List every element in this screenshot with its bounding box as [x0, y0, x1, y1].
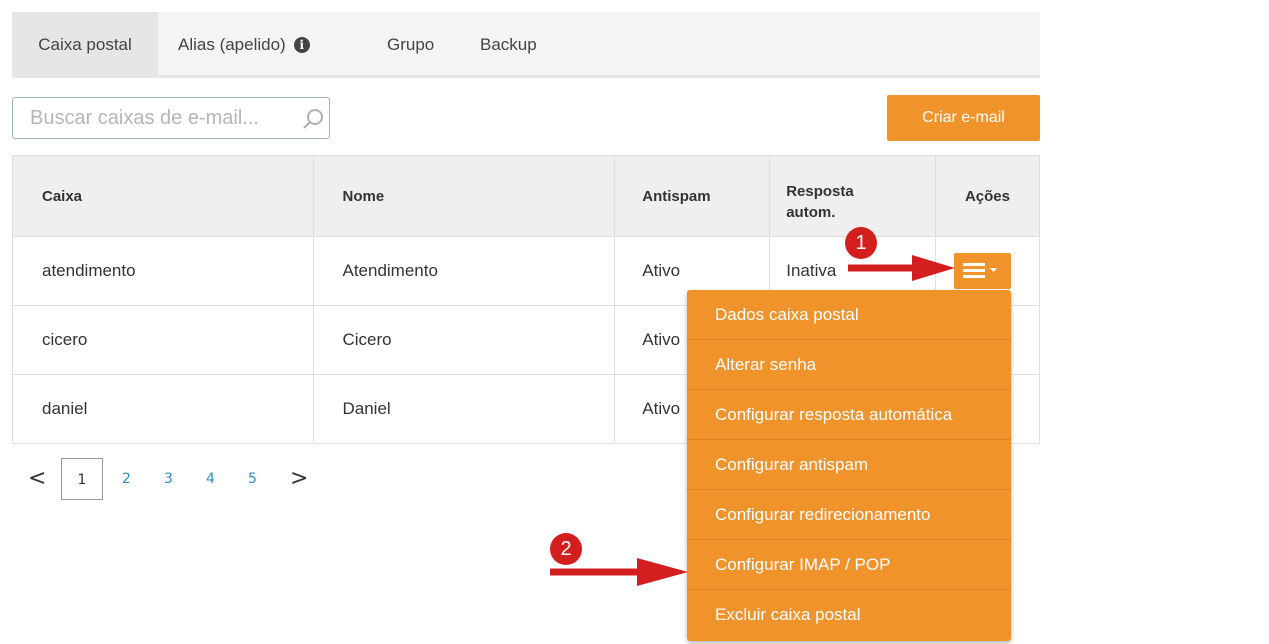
hamburger-icon	[963, 263, 997, 278]
column-header-resposta-line2: autom.	[786, 204, 836, 221]
cell-caixa: daniel	[11, 374, 315, 444]
menu-item-antispam[interactable]: Configurar antispam	[687, 440, 1011, 490]
pagination-page[interactable]: 5	[248, 458, 257, 500]
pagination-page[interactable]: 3	[164, 458, 173, 500]
cell-nome: Atendimento	[313, 236, 616, 306]
menu-item-excluir-caixa-postal[interactable]: Excluir caixa postal	[687, 590, 1011, 640]
search-icon[interactable]	[301, 107, 325, 131]
column-header-antispam[interactable]: Antispam	[614, 155, 771, 237]
tab-backup[interactable]: Backup	[480, 12, 537, 75]
actions-menu-button[interactable]	[954, 253, 1011, 289]
menu-item-dados-caixa-postal[interactable]: Dados caixa postal	[687, 290, 1011, 340]
annotation-badge-2: 2	[550, 533, 582, 565]
actions-dropdown-menu: Dados caixa postal Alterar senha Configu…	[687, 290, 1011, 641]
info-icon[interactable]: i	[293, 37, 310, 53]
tab-bar: Caixa postal Alias (apelido) i Grupo Back…	[12, 12, 1040, 78]
tab-grupo[interactable]: Grupo	[387, 12, 434, 75]
cell-caixa: cicero	[11, 305, 315, 375]
pagination-page[interactable]: 4	[206, 458, 215, 500]
pagination-prev[interactable]: <	[28, 458, 46, 500]
pagination-page[interactable]: 2	[122, 458, 131, 500]
column-header-acoes: Ações	[934, 155, 1041, 237]
annotation-badge-1: 1	[845, 227, 877, 259]
tab-caixa-postal[interactable]: Caixa postal	[12, 12, 158, 75]
search-input[interactable]	[13, 98, 293, 138]
menu-item-resposta-automatica[interactable]: Configurar resposta automática	[687, 390, 1011, 440]
pagination-next[interactable]: >	[290, 458, 308, 500]
table-header-row: Caixa Nome Antispam Resposta autom. Açõe…	[11, 155, 1041, 237]
cell-nome: Cicero	[313, 305, 616, 375]
menu-item-imap-pop[interactable]: Configurar IMAP / POP	[687, 540, 1011, 590]
cell-nome: Daniel	[313, 374, 616, 444]
pagination-page-current[interactable]: 1	[61, 458, 103, 500]
cell-caixa: atendimento	[11, 236, 315, 306]
column-header-nome[interactable]: Nome	[313, 155, 616, 237]
tab-alias[interactable]: Alias (apelido) i	[178, 12, 310, 75]
search-box	[12, 97, 330, 139]
menu-item-alterar-senha[interactable]: Alterar senha	[687, 340, 1011, 390]
column-header-resposta[interactable]: Resposta autom.	[769, 155, 936, 237]
column-header-resposta-line1: Resposta	[786, 183, 854, 200]
tab-alias-label: Alias (apelido)	[178, 35, 286, 54]
column-header-caixa[interactable]: Caixa	[11, 155, 315, 237]
create-email-button[interactable]: Criar e-mail	[887, 95, 1040, 141]
menu-item-redirecionamento[interactable]: Configurar redirecionamento	[687, 490, 1011, 540]
